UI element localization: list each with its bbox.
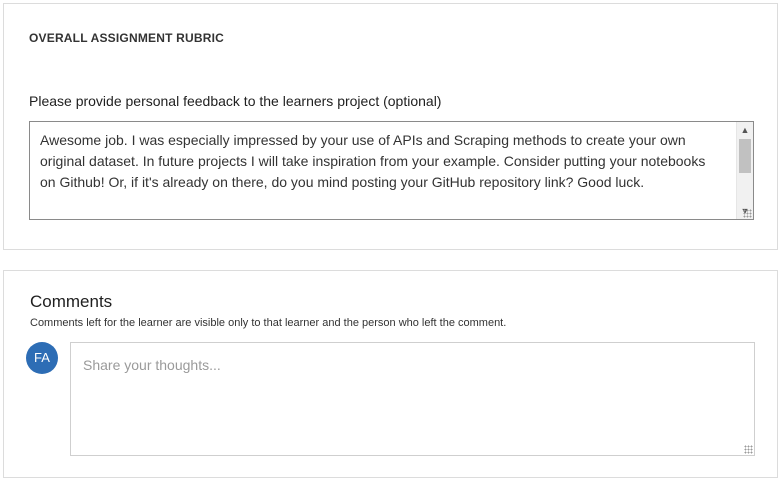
chevron-up-icon[interactable]: ▲ [737,122,753,138]
feedback-label: Please provide personal feedback to the … [29,93,442,109]
rubric-card: OVERALL ASSIGNMENT RUBRIC Please provide… [3,3,778,250]
comments-subtitle: Comments left for the learner are visibl… [30,317,507,329]
feedback-textarea[interactable]: Awesome job. I was especially impressed … [29,121,754,220]
feedback-text[interactable]: Awesome job. I was especially impressed … [40,130,723,193]
comments-title: Comments [30,292,113,311]
rubric-heading: OVERALL ASSIGNMENT RUBRIC [29,31,225,45]
resize-grip-icon[interactable] [744,445,753,454]
resize-grip-icon[interactable] [743,209,752,218]
comments-card: Comments Comments left for the learner a… [3,270,778,478]
scroll-thumb[interactable] [739,139,751,173]
comment-input-box[interactable] [70,342,755,456]
avatar: FA [26,342,58,374]
feedback-scrollbar[interactable]: ▲ ▼ [736,122,753,219]
comment-input[interactable] [71,343,754,455]
